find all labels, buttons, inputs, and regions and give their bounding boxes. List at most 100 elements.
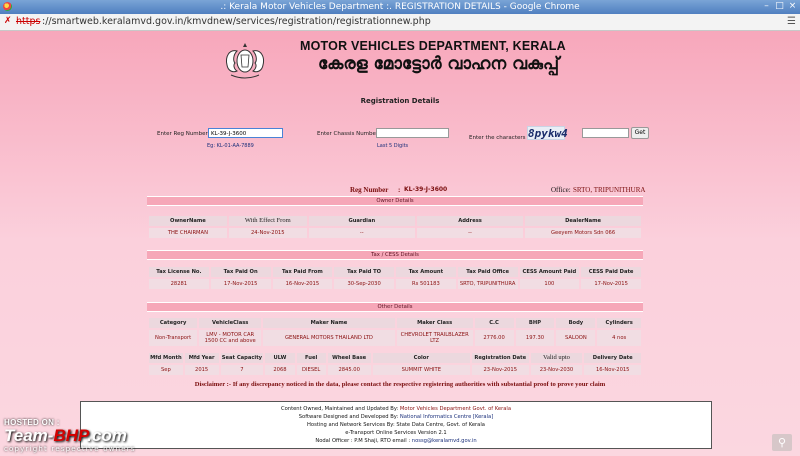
- browser-menu-icon[interactable]: ☰: [787, 16, 796, 28]
- watermark-copyright: copyright respective owners: [4, 445, 136, 453]
- cylinders-header: Cylinders: [597, 318, 641, 328]
- owner-name-cell: THE CHAIRMAN: [149, 228, 227, 238]
- seat-capacity-header: Seat Capacity: [220, 353, 264, 363]
- address-bar[interactable]: ✗ https ://smartweb.keralamvd.gov.in/kmv…: [0, 14, 800, 31]
- chrome-icon: [3, 2, 12, 11]
- footer-content-link[interactable]: Motor Vehicles Department Govt. of Keral…: [400, 406, 511, 412]
- result-office-label: Office:: [551, 186, 571, 194]
- bhp-header: BHP: [515, 318, 555, 328]
- footer-line-version: e-Transport Online Services Version 2.1: [345, 430, 447, 436]
- reg-number-input[interactable]: KL-39-J-3600: [208, 128, 283, 138]
- reg-number-hint: Eg: KL-01-AA-7889: [207, 143, 254, 149]
- category-cell: Non-Transport: [149, 330, 198, 346]
- insecure-lock-icon[interactable]: ✗: [4, 17, 13, 26]
- footer-line-nodal-officer: Nodal Officer : P.M Shaji, RTO email : n…: [81, 438, 711, 444]
- table-header-row: OwnerName With Effect From Guardian Addr…: [149, 216, 641, 226]
- tax-license-header: Tax License No.: [149, 267, 209, 277]
- owner-details-table: OwnerName With Effect From Guardian Addr…: [147, 214, 643, 240]
- watermark-brand-b: BHP: [53, 426, 88, 445]
- vehicle-class-header: VehicleClass: [199, 318, 262, 328]
- reg-number-label: Enter Reg Number: [157, 131, 208, 137]
- page-content: MOTOR VEHICLES DEPARTMENT, KERALA കേരള മ…: [0, 31, 800, 456]
- chassis-number-input[interactable]: [376, 128, 449, 138]
- dealer-name-cell: Geeyem Motors Sdn 066: [525, 228, 641, 238]
- captcha-input[interactable]: [582, 128, 629, 138]
- cess-paid-date-cell: 17-Nov-2015: [581, 279, 641, 289]
- seat-capacity-cell: 7: [220, 365, 264, 375]
- department-title-english: MOTOR VEHICLES DEPARTMENT, KERALA: [300, 39, 566, 53]
- table-row: Sep 2015 7 2068 DIESEL 2845.00 SUMMIT WH…: [149, 365, 641, 375]
- registration-date-header: Registration Date: [472, 353, 529, 363]
- wheel-base-header: Wheel Base: [327, 353, 371, 363]
- mfd-year-cell: 2015: [184, 365, 219, 375]
- tax-paid-from-header: Tax Paid From: [272, 267, 333, 277]
- tax-details-table: Tax License No. Tax Paid On Tax Paid Fro…: [147, 265, 643, 291]
- owner-name-header: OwnerName: [149, 216, 227, 226]
- table-row: Non-Transport LMV - MOTOR CAR 1500 CC an…: [149, 330, 641, 346]
- footer-developer-link[interactable]: National Informatics Centre [Kerala]: [400, 414, 493, 420]
- footer-email-link[interactable]: nossg@keralamvd.gov.in: [412, 438, 477, 444]
- result-reg-label: Reg Number: [350, 186, 389, 194]
- captcha-image: 8pykw4: [527, 126, 568, 140]
- close-button[interactable]: ×: [787, 1, 798, 12]
- address-header: Address: [416, 216, 524, 226]
- department-title-malayalam: കേരള മോട്ടോർ വാഹന വകുപ്പ്: [318, 54, 560, 74]
- result-office-value: SRTO, TRIPUNITHURA: [573, 186, 646, 194]
- maximize-button[interactable]: □: [774, 1, 785, 12]
- tax-paid-on-header: Tax Paid On: [210, 267, 271, 277]
- owner-details-header: Owner Details: [147, 196, 643, 206]
- result-reg-sep: :: [398, 186, 401, 194]
- tax-amount-header: Tax Amount: [396, 267, 456, 277]
- footer-box: Content Owned, Maintained and Updated By…: [80, 401, 712, 449]
- valid-upto-header: Valid upto: [530, 353, 583, 363]
- disclaimer-text: Disclaimer :- If any discrepancy noticed…: [194, 381, 606, 388]
- table-header-row: Tax License No. Tax Paid On Tax Paid Fro…: [149, 267, 641, 277]
- mfd-month-header: Mfd Month: [149, 353, 183, 363]
- maker-name-cell: GENERAL MOTORS THAILAND LTD: [263, 330, 395, 346]
- registration-date-cell: 23-Nov-2015: [472, 365, 529, 375]
- tax-paid-from-cell: 16-Nov-2015: [272, 279, 333, 289]
- tax-paid-office-header: Tax Paid Office: [457, 267, 518, 277]
- chassis-number-label: Enter Chassis Number: [317, 131, 379, 137]
- fuel-header: Fuel: [296, 353, 326, 363]
- cc-header: C.C: [474, 318, 514, 328]
- chassis-number-hint: Last 5 Digits: [377, 143, 409, 149]
- cess-amount-header: CESS Amount Paid: [519, 267, 580, 277]
- tax-license-cell: 28281: [149, 279, 209, 289]
- footer-line-hosting: Hosting and Network Services By: State D…: [307, 422, 485, 428]
- watermark-logo: Team-BHP.com: [4, 426, 127, 446]
- tax-paid-to-cell: 30-Sep-2030: [334, 279, 394, 289]
- bhp-cell: 197.30: [515, 330, 555, 346]
- tax-details-header: Tax / CESS Details: [147, 250, 643, 260]
- footer-nodal-label: Nodal Officer : P.M Shaji, RTO email :: [315, 438, 411, 444]
- footer-line-developer: Software Designed and Developed By: Nati…: [81, 414, 711, 420]
- cc-cell: 2776.00: [474, 330, 514, 346]
- other-details-header: Other Details: [147, 302, 643, 312]
- table-header-row: Category VehicleClass Maker Name Maker C…: [149, 318, 641, 328]
- window-title: .: Kerala Motor Vehicles Department :. R…: [220, 2, 580, 12]
- with-effect-from-cell: 24-Nov-2015: [228, 228, 307, 238]
- dealer-name-header: DealerName: [525, 216, 641, 226]
- url-text[interactable]: ://smartweb.keralamvd.gov.in/kmvdnew/ser…: [42, 14, 431, 30]
- color-header: Color: [372, 353, 471, 363]
- ulw-cell: 2068: [265, 365, 295, 375]
- footer-line-content: Content Owned, Maintained and Updated By…: [81, 406, 711, 412]
- table-row: 28281 17-Nov-2015 16-Nov-2015 30-Sep-203…: [149, 279, 641, 289]
- page-title: Registration Details: [360, 97, 440, 105]
- table-row: THE CHAIRMAN 24-Nov-2015 -- -- Geeyem Mo…: [149, 228, 641, 238]
- delivery-date-header: Delivery Date: [584, 353, 641, 363]
- delivery-date-cell: 16-Nov-2015: [584, 365, 641, 375]
- color-cell: SUMMIT WHITE: [372, 365, 471, 375]
- tax-paid-to-header: Tax Paid TO: [334, 267, 394, 277]
- watermark-brand-a: Team-: [4, 426, 54, 445]
- minimize-button[interactable]: –: [761, 1, 772, 12]
- category-header: Category: [149, 318, 198, 328]
- zoom-icon[interactable]: ⚲: [772, 434, 792, 451]
- mfd-year-header: Mfd Year: [184, 353, 219, 363]
- vehicle-details-table: Category VehicleClass Maker Name Maker C…: [147, 316, 643, 348]
- cylinders-cell: 4 nos: [597, 330, 641, 346]
- body-cell: SALOON: [556, 330, 596, 346]
- result-reg-value: KL-39-J-3600: [404, 186, 448, 193]
- url-scheme: https: [16, 16, 41, 27]
- get-button[interactable]: Get: [631, 127, 649, 139]
